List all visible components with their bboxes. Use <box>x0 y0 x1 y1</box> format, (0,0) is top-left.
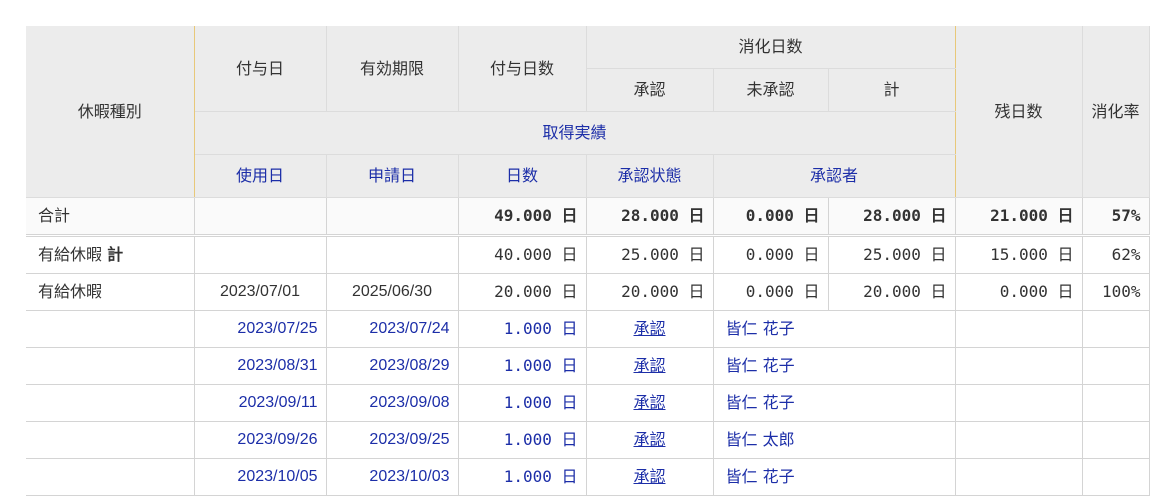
paid-grant-days: 20.000 日 <box>458 273 587 311</box>
record-days: 1.000 日 <box>458 310 587 348</box>
record-rate-empty <box>1082 458 1150 496</box>
record-remaining-empty <box>955 458 1083 496</box>
header-consumed: 消化日数 <box>586 26 956 69</box>
record-apply-date: 2023/09/25 <box>326 421 459 459</box>
record-use-date: 2023/09/11 <box>194 384 327 422</box>
record-spacer <box>26 310 195 348</box>
record-approver: 皆仁 花子 <box>713 384 956 422</box>
total-approved: 28.000 日 <box>586 197 714 237</box>
record-days: 1.000 日 <box>458 458 587 496</box>
total-unapproved: 0.000 日 <box>713 197 829 237</box>
paid-total-label: 有給休暇 計 <box>26 235 195 274</box>
paid-total-consumed: 25.000 日 <box>828 235 956 274</box>
record-use-date: 2023/07/25 <box>194 310 327 348</box>
total-rate: 57% <box>1082 197 1150 237</box>
header-record: 取得実績 <box>194 111 956 155</box>
record-rate-empty <box>1082 421 1150 459</box>
record-use-date: 2023/08/31 <box>194 347 327 385</box>
record-status: 承認 <box>586 384 714 422</box>
record-rate-empty <box>1082 347 1150 385</box>
paid-row: 有給休暇 2023/07/01 2025/06/30 20.000 日 20.0… <box>26 273 1150 311</box>
record-row: 2023/09/11 2023/09/08 1.000 日 承認 皆仁 花子 <box>26 384 1150 422</box>
record-approver: 皆仁 花子 <box>713 347 956 385</box>
record-status: 承認 <box>586 421 714 459</box>
paid-rate: 100% <box>1082 273 1150 311</box>
record-row: 2023/10/05 2023/10/03 1.000 日 承認 皆仁 花子 <box>26 458 1150 496</box>
total-remaining: 21.000 日 <box>955 197 1083 237</box>
paid-grant-date: 2023/07/01 <box>194 273 327 311</box>
total-label: 合計 <box>26 197 195 237</box>
record-use-date: 2023/10/05 <box>194 458 327 496</box>
paid-total-grant-days: 40.000 日 <box>458 235 587 274</box>
status-link[interactable]: 承認 <box>633 467 665 486</box>
record-days: 1.000 日 <box>458 347 587 385</box>
record-apply-date: 2023/10/03 <box>326 458 459 496</box>
record-status: 承認 <box>586 347 714 385</box>
record-apply-date: 2023/07/24 <box>326 310 459 348</box>
status-link[interactable]: 承認 <box>633 319 665 338</box>
paid-unapproved: 0.000 日 <box>713 273 829 311</box>
header-use-date: 使用日 <box>194 154 327 198</box>
record-apply-date: 2023/08/29 <box>326 347 459 385</box>
record-days: 1.000 日 <box>458 384 587 422</box>
record-spacer <box>26 384 195 422</box>
total-consumed: 28.000 日 <box>828 197 956 237</box>
header-grant-days: 付与日数 <box>458 26 587 112</box>
header-days: 日数 <box>458 154 587 198</box>
paid-total-row: 有給休暇 計 40.000 日 25.000 日 0.000 日 25.000 … <box>26 235 1150 274</box>
header-unapproved: 未承認 <box>713 68 829 112</box>
paid-label: 有給休暇 <box>26 273 195 311</box>
leave-summary-table-wrapper: 休暇種別 付与日 有効期限 付与日数 消化日数 残日数 消化率 承認 未承認 計… <box>26 26 1150 496</box>
paid-total-approved: 25.000 日 <box>586 235 714 274</box>
record-approver: 皆仁 花子 <box>713 458 956 496</box>
total-expiry <box>326 197 459 237</box>
record-rate-empty <box>1082 310 1150 348</box>
record-row: 2023/08/31 2023/08/29 1.000 日 承認 皆仁 花子 <box>26 347 1150 385</box>
record-status: 承認 <box>586 310 714 348</box>
record-spacer <box>26 347 195 385</box>
record-remaining-empty <box>955 347 1083 385</box>
record-row: 2023/07/25 2023/07/24 1.000 日 承認 皆仁 花子 <box>26 310 1150 348</box>
status-link[interactable]: 承認 <box>633 356 665 375</box>
total-row: 合計 49.000 日 28.000 日 0.000 日 28.000 日 21… <box>26 197 1150 237</box>
paid-total-remaining: 15.000 日 <box>955 235 1083 274</box>
record-rate-empty <box>1082 384 1150 422</box>
header-remaining: 残日数 <box>955 26 1083 198</box>
paid-total-suffix: 計 <box>107 245 124 264</box>
record-days: 1.000 日 <box>458 421 587 459</box>
header-grant-date: 付与日 <box>194 26 327 112</box>
record-spacer <box>26 421 195 459</box>
record-approver: 皆仁 太郎 <box>713 421 956 459</box>
header-kind: 休暇種別 <box>26 26 195 198</box>
record-spacer <box>26 458 195 496</box>
record-use-date: 2023/09/26 <box>194 421 327 459</box>
paid-total-unapproved: 0.000 日 <box>713 235 829 274</box>
header-approver: 承認者 <box>713 154 956 198</box>
total-grant-days: 49.000 日 <box>458 197 587 237</box>
record-remaining-empty <box>955 421 1083 459</box>
status-link[interactable]: 承認 <box>633 430 665 449</box>
record-row: 2023/09/26 2023/09/25 1.000 日 承認 皆仁 太郎 <box>26 421 1150 459</box>
paid-total-rate: 62% <box>1082 235 1150 274</box>
header-expiry: 有効期限 <box>326 26 459 112</box>
status-link[interactable]: 承認 <box>633 393 665 412</box>
paid-consumed: 20.000 日 <box>828 273 956 311</box>
record-status: 承認 <box>586 458 714 496</box>
header-consumed-total: 計 <box>828 68 956 112</box>
record-remaining-empty <box>955 384 1083 422</box>
header-approved: 承認 <box>586 68 714 112</box>
header-status: 承認状態 <box>586 154 714 198</box>
record-approver: 皆仁 花子 <box>713 310 956 348</box>
leave-summary-table: 休暇種別 付与日 有効期限 付与日数 消化日数 残日数 消化率 承認 未承認 計… <box>26 26 1150 496</box>
paid-total-grant-date <box>194 235 327 274</box>
paid-expiry: 2025/06/30 <box>326 273 459 311</box>
paid-total-expiry <box>326 235 459 274</box>
header-rate: 消化率 <box>1082 26 1150 198</box>
record-remaining-empty <box>955 310 1083 348</box>
paid-approved: 20.000 日 <box>586 273 714 311</box>
header-apply-date: 申請日 <box>326 154 459 198</box>
total-grant-date <box>194 197 327 237</box>
record-apply-date: 2023/09/08 <box>326 384 459 422</box>
paid-remaining: 0.000 日 <box>955 273 1083 311</box>
